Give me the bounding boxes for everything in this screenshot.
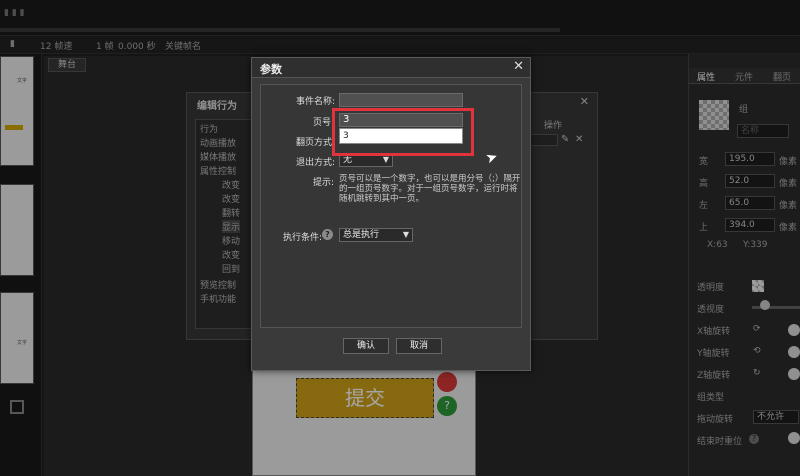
flip-mode-label: 翻页方式: [296, 138, 336, 148]
event-name-input[interactable] [339, 93, 463, 107]
highlight-annotation [332, 108, 474, 156]
help-icon[interactable]: ? [322, 229, 333, 240]
event-name-label: 事件名称: [296, 97, 336, 107]
exit-mode-label: 退出方式: [296, 158, 336, 168]
dialog-title-bar[interactable]: 参数 ✕ [252, 58, 530, 78]
chevron-down-icon: ▼ [402, 230, 409, 239]
hint-label: 提示: [313, 178, 335, 188]
close-icon[interactable]: ✕ [513, 59, 524, 74]
cancel-button[interactable]: 取消 [396, 338, 442, 354]
hint-text: 页号可以是一个数字，也可以是用分号（;）隔开的一组页号数字。对于一组页号数字，运… [339, 174, 521, 204]
confirm-button[interactable]: 确认 [343, 338, 389, 354]
exec-condition-value: 总是执行 [343, 230, 380, 240]
exec-condition-select[interactable]: 总是执行 ▼ [339, 228, 413, 242]
dialog-title: 参数 [260, 63, 282, 76]
page-number-label: 页号: [313, 118, 335, 128]
exit-mode-value: 无 [343, 155, 353, 165]
exec-condition-label: 执行条件: [283, 233, 323, 243]
